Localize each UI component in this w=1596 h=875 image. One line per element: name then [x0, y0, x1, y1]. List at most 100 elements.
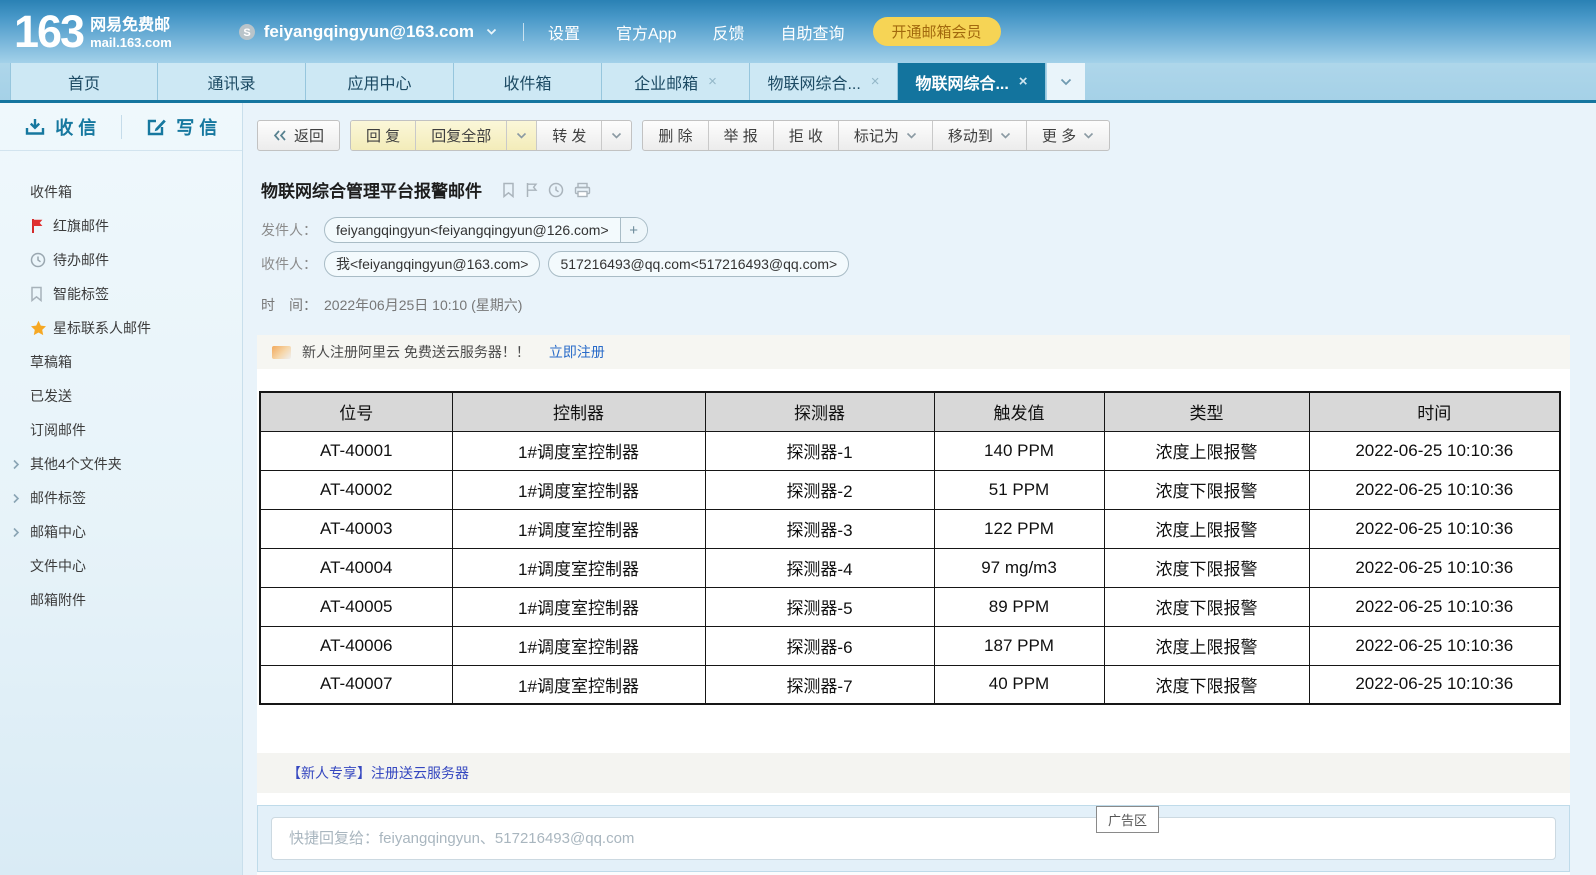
- table-header-cell: 时间: [1309, 392, 1560, 431]
- chevron-down-icon: [1000, 132, 1011, 139]
- report-button[interactable]: 举 报: [708, 121, 773, 150]
- table-cell: 浓度下限报警: [1104, 548, 1309, 587]
- table-cell: AT-40007: [260, 665, 452, 704]
- table-header-cell: 控制器: [452, 392, 705, 431]
- mail-logo[interactable]: 163 网易免费邮 mail.163.com: [14, 11, 172, 53]
- printer-icon[interactable]: [574, 182, 591, 198]
- tab-item[interactable]: 企业邮箱×: [602, 63, 750, 100]
- chevron-down-icon: [1060, 73, 1072, 91]
- tab-item[interactable]: 首页: [10, 63, 158, 100]
- vip-upgrade-button[interactable]: 开通邮箱会员: [873, 17, 1001, 46]
- chevron-down-icon: [516, 132, 527, 139]
- from-label: 发件人：: [261, 220, 317, 240]
- sidebar-item[interactable]: 收件箱: [0, 175, 242, 209]
- sidebar-item[interactable]: 邮箱中心: [0, 515, 242, 549]
- quick-reply-section: 广告区: [257, 805, 1570, 872]
- header-menu-item[interactable]: 反馈: [712, 20, 744, 44]
- table-cell: 1#调度室控制器: [452, 587, 705, 626]
- recipient-pill[interactable]: 我<feiyangqingyun@163.com>: [324, 251, 540, 277]
- sidebar-item[interactable]: 文件中心: [0, 549, 242, 583]
- tab-label: 物联网综合...: [915, 70, 1008, 94]
- sidebar-item[interactable]: 待办邮件: [0, 243, 242, 277]
- tab-list-dropdown[interactable]: [1047, 63, 1085, 100]
- table-header-cell: 触发值: [934, 392, 1104, 431]
- tab-item[interactable]: 收件箱: [454, 63, 602, 100]
- reply-button[interactable]: 回 复: [351, 121, 415, 150]
- tab-item[interactable]: 通讯录: [158, 63, 306, 100]
- sidebar-item[interactable]: 红旗邮件: [0, 209, 242, 243]
- quick-reply-input[interactable]: [271, 817, 1556, 860]
- sidebar-item[interactable]: 草稿箱: [0, 345, 242, 379]
- chevron-down-icon[interactable]: [486, 28, 497, 35]
- reply-all-button[interactable]: 回复全部: [415, 121, 506, 150]
- add-contact-button[interactable]: +: [620, 218, 647, 242]
- table-cell: 122 PPM: [934, 509, 1104, 548]
- tab-item[interactable]: 物联网综合...×: [750, 63, 898, 100]
- reply-all-dropdown[interactable]: [506, 121, 536, 150]
- forward-dropdown[interactable]: [601, 121, 631, 150]
- recipient-pill[interactable]: 517216493@qq.com<517216493@qq.com>: [548, 251, 849, 277]
- compose-pen-icon: [146, 117, 167, 137]
- flag-icon[interactable]: [525, 182, 538, 198]
- more-button[interactable]: 更 多: [1026, 121, 1109, 150]
- sidebar-item[interactable]: 订阅邮件: [0, 413, 242, 447]
- table-cell: 探测器-6: [705, 626, 934, 665]
- reject-button[interactable]: 拒 收: [773, 121, 838, 150]
- tab-label: 首页: [68, 70, 100, 94]
- chevron-down-icon: [906, 132, 917, 139]
- table-row: AT-400021#调度室控制器探测器-251 PPM浓度下限报警2022-06…: [260, 470, 1560, 509]
- promo-band: 【新人专享】注册送云服务器: [257, 753, 1570, 793]
- tab-active[interactable]: 物联网综合... ×: [898, 63, 1046, 100]
- chevron-down-icon: [611, 132, 622, 139]
- logo-line1: 网易免费邮: [90, 11, 172, 35]
- back-button[interactable]: 返回: [258, 121, 339, 150]
- table-cell: 浓度下限报警: [1104, 587, 1309, 626]
- table-cell: 1#调度室控制器: [452, 548, 705, 587]
- header-menu-item[interactable]: 官方App: [616, 20, 676, 44]
- tab-close-icon[interactable]: ×: [708, 74, 717, 89]
- alarm-table: 位号控制器探测器触发值类型时间 AT-400011#调度室控制器探测器-1140…: [259, 391, 1561, 705]
- sidebar-item[interactable]: 智能标签: [0, 277, 242, 311]
- tab-close-icon[interactable]: ×: [1019, 74, 1028, 89]
- clock-icon[interactable]: [548, 182, 564, 198]
- table-cell: 探测器-1: [705, 431, 934, 470]
- tab-item[interactable]: 应用中心: [306, 63, 454, 100]
- ad-area-label: 广告区: [1096, 806, 1159, 833]
- bookmark-icon[interactable]: [502, 182, 515, 198]
- header-menu: 设置 官方App 反馈 自助查询: [548, 20, 845, 44]
- ad-text: 新人注册阿里云 免费送云服务器！！: [302, 342, 530, 362]
- tab-close-icon[interactable]: ×: [871, 74, 880, 89]
- table-cell: AT-40001: [260, 431, 452, 470]
- table-cell: 2022-06-25 10:10:36: [1309, 665, 1560, 704]
- tab-bar: 首页通讯录应用中心收件箱企业邮箱×物联网综合...×物联网综合...×: [0, 63, 1596, 103]
- receive-mail-button[interactable]: 收 信: [0, 114, 121, 140]
- table-cell: 探测器-3: [705, 509, 934, 548]
- table-cell: 1#调度室控制器: [452, 470, 705, 509]
- sidebar-item[interactable]: 邮件标签: [0, 481, 242, 515]
- sidebar-item[interactable]: 其他4个文件夹: [0, 447, 242, 481]
- sender-address[interactable]: feiyangqingyun<feiyangqingyun@126.com>: [325, 218, 620, 242]
- table-cell: 浓度上限报警: [1104, 509, 1309, 548]
- account-switcher[interactable]: S feiyangqingyun@163.com: [238, 22, 497, 42]
- move-to-button[interactable]: 移动到: [932, 121, 1026, 150]
- compose-mail-button[interactable]: 写 信: [122, 114, 243, 140]
- delete-button[interactable]: 删 除: [643, 121, 707, 150]
- sidebar-item-label: 其他4个文件夹: [30, 454, 122, 474]
- header-divider: [523, 23, 524, 41]
- chevron-right-icon: [12, 459, 30, 470]
- sidebar-item[interactable]: 已发送: [0, 379, 242, 413]
- header-menu-item[interactable]: 自助查询: [781, 20, 845, 44]
- ad-register-link[interactable]: 立即注册: [549, 342, 605, 362]
- mark-as-button[interactable]: 标记为: [838, 121, 932, 150]
- sidebar-item[interactable]: 星标联系人邮件: [0, 311, 242, 345]
- table-header-cell: 位号: [260, 392, 452, 431]
- table-cell: 40 PPM: [934, 665, 1104, 704]
- promo-link[interactable]: 【新人专享】注册送云服务器: [287, 763, 469, 783]
- table-cell: 2022-06-25 10:10:36: [1309, 626, 1560, 665]
- sidebar-item-label: 红旗邮件: [53, 216, 109, 236]
- table-header-cell: 探测器: [705, 392, 934, 431]
- star-icon: [30, 320, 53, 336]
- forward-button[interactable]: 转 发: [536, 121, 601, 150]
- header-menu-item[interactable]: 设置: [548, 20, 580, 44]
- sidebar-item[interactable]: 邮箱附件: [0, 583, 242, 617]
